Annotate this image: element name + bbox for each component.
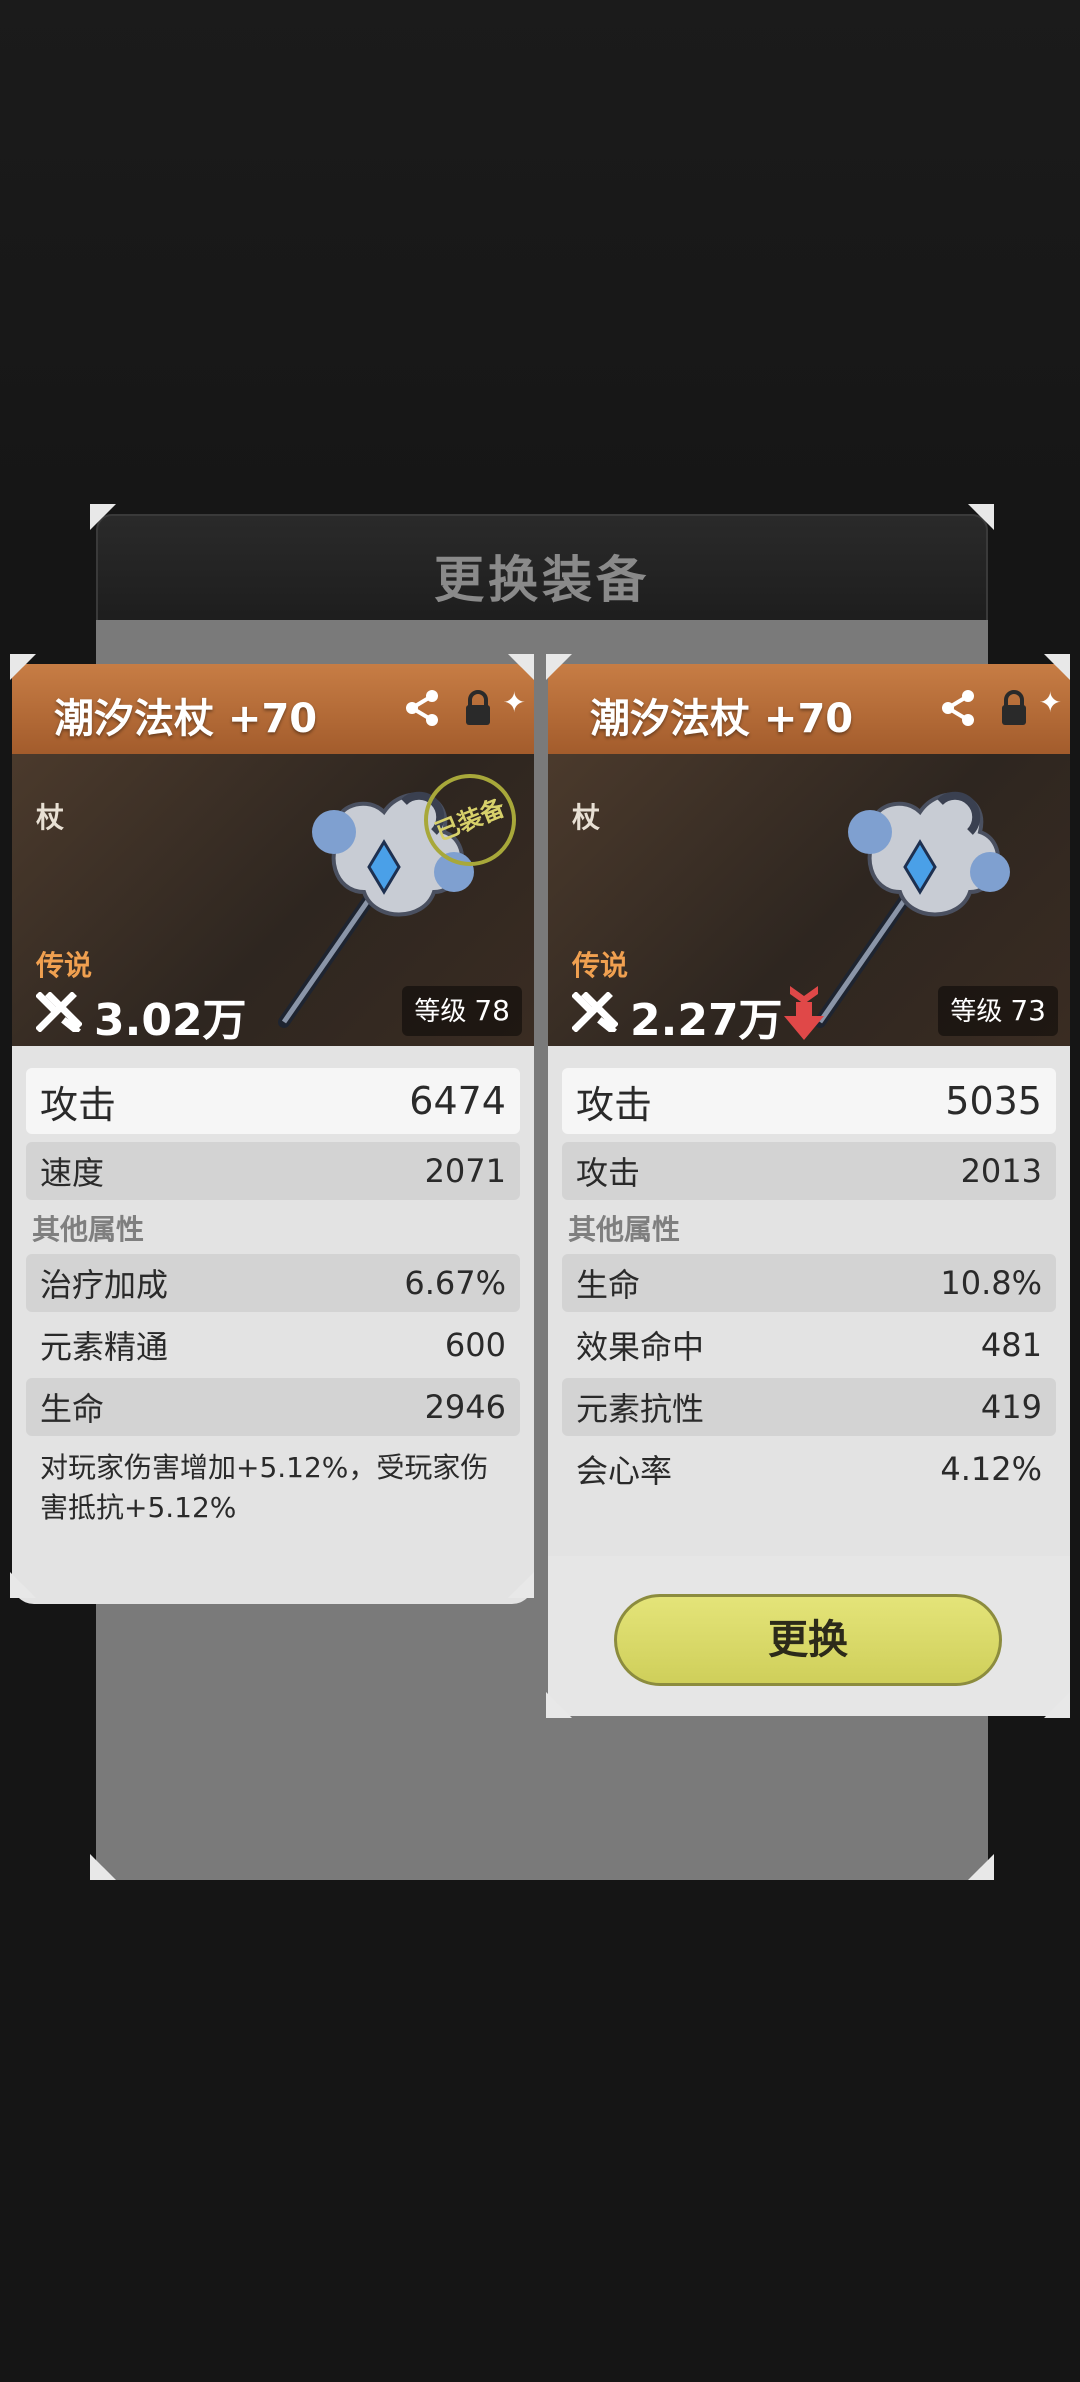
card-header: 潮汐法杖 +70 ✦ bbox=[12, 664, 534, 754]
power-value: 2.27万 bbox=[630, 995, 783, 1046]
stat-label: 治疗加成 bbox=[40, 1266, 169, 1304]
item-art-panel: 杖 已装备 传说 3.02万 等级 78 bbox=[12, 754, 534, 1046]
stat-value: 6.67% bbox=[404, 1264, 506, 1302]
item-art-panel: 杖 传说 2.27万 等级 73 bbox=[548, 754, 1070, 1046]
stat-row: 生命 2946 bbox=[26, 1378, 520, 1436]
frame-corner bbox=[90, 1854, 116, 1880]
stat-row: 元素抗性 419 bbox=[562, 1378, 1056, 1436]
level-value: 78 bbox=[474, 994, 510, 1027]
rarity-label: 传说 bbox=[572, 949, 629, 982]
card-corner bbox=[1044, 654, 1070, 680]
swap-button[interactable]: 更换 bbox=[614, 1594, 1002, 1686]
stat-value: 4.12% bbox=[940, 1450, 1042, 1488]
stat-label: 元素抗性 bbox=[576, 1390, 705, 1428]
sub-stat-row: 攻击 2013 bbox=[562, 1142, 1056, 1200]
stat-value: 481 bbox=[980, 1326, 1042, 1364]
stat-value: 10.8% bbox=[940, 1264, 1042, 1302]
sub-stat-row: 速度 2071 bbox=[26, 1142, 520, 1200]
frame-corner bbox=[968, 504, 994, 530]
other-attributes-label: 其他属性 bbox=[568, 1213, 681, 1246]
share-icon[interactable] bbox=[938, 688, 978, 728]
stat-value: 6474 bbox=[409, 1079, 506, 1123]
power-value: 3.02万 bbox=[94, 995, 247, 1046]
rarity-label: 传说 bbox=[36, 949, 93, 982]
card-corner bbox=[546, 1692, 572, 1718]
main-stat-row: 攻击 5035 bbox=[562, 1068, 1056, 1134]
stat-value: 2071 bbox=[424, 1152, 506, 1190]
card-corner bbox=[10, 654, 36, 680]
card-corner bbox=[10, 1572, 36, 1598]
item-name: 潮汐法杖 +70 bbox=[590, 696, 854, 742]
stat-label: 攻击 bbox=[40, 1082, 117, 1127]
level-label: 等级 bbox=[414, 997, 467, 1027]
item-type: 杖 bbox=[572, 801, 601, 834]
stat-label: 速度 bbox=[40, 1154, 105, 1192]
candidate-item-card: 潮汐法杖 +70 ✦ 杖 传说 2.27万 等级 73 攻击 5035 攻击 2… bbox=[548, 664, 1070, 1716]
item-type: 杖 bbox=[36, 801, 65, 834]
stat-value: 2013 bbox=[960, 1152, 1042, 1190]
stats-list: 攻击 5035 攻击 2013 其他属性 生命 10.8% 效果命中 481 元… bbox=[562, 1068, 1056, 1502]
main-stat-row: 攻击 6474 bbox=[26, 1068, 520, 1134]
power-icon bbox=[36, 992, 82, 1032]
lock-icon[interactable] bbox=[464, 690, 492, 726]
lock-icon[interactable] bbox=[1000, 690, 1028, 726]
stat-label: 生命 bbox=[576, 1266, 641, 1304]
dialog-header: 更换装备 bbox=[96, 514, 988, 626]
share-icon[interactable] bbox=[402, 688, 442, 728]
equipped-item-card: 潮汐法杖 +70 ✦ 杖 已装备 传说 3.02万 等级 78 攻击 6474 … bbox=[12, 664, 534, 1604]
stat-row: 生命 10.8% bbox=[562, 1254, 1056, 1312]
stat-value: 600 bbox=[444, 1326, 506, 1364]
stat-label: 元素精通 bbox=[40, 1328, 169, 1366]
stat-label: 攻击 bbox=[576, 1082, 653, 1127]
extra-effect-text: 对玩家伤害增加+5.12%，受玩家伤害抵抗+5.12% bbox=[40, 1451, 489, 1524]
item-name: 潮汐法杖 +70 bbox=[54, 696, 318, 742]
frame-corner bbox=[90, 504, 116, 530]
stat-row: 会心率 4.12% bbox=[562, 1440, 1056, 1498]
stat-row: 效果命中 481 bbox=[562, 1316, 1056, 1374]
stat-label: 攻击 bbox=[576, 1154, 641, 1192]
card-corner bbox=[508, 654, 534, 680]
stat-value: 2946 bbox=[424, 1388, 506, 1426]
level-label: 等级 bbox=[950, 997, 1003, 1027]
stat-label: 生命 bbox=[40, 1390, 105, 1428]
stat-row: 元素精通 600 bbox=[26, 1316, 520, 1374]
background bbox=[0, 0, 1080, 520]
card-corner bbox=[1044, 1692, 1070, 1718]
power-icon bbox=[572, 992, 618, 1032]
other-attributes-label: 其他属性 bbox=[32, 1213, 145, 1246]
dialog-title: 更换装备 bbox=[434, 551, 650, 609]
card-header: 潮汐法杖 +70 ✦ bbox=[548, 664, 1070, 754]
level-box: 等级 78 bbox=[402, 986, 522, 1036]
stat-row: 治疗加成 6.67% bbox=[26, 1254, 520, 1312]
down-arrow-icon bbox=[784, 986, 824, 1040]
card-corner bbox=[546, 654, 572, 680]
stats-list: 攻击 6474 速度 2071 其他属性 治疗加成 6.67% 元素精通 600… bbox=[26, 1068, 520, 1528]
sparkle-icon: ✦ bbox=[1038, 686, 1062, 719]
level-box: 等级 73 bbox=[938, 986, 1058, 1036]
stat-label: 会心率 bbox=[576, 1452, 673, 1490]
sparkle-icon: ✦ bbox=[502, 686, 526, 719]
stat-label: 效果命中 bbox=[576, 1328, 705, 1366]
frame-corner bbox=[968, 1854, 994, 1880]
card-corner bbox=[508, 1572, 534, 1598]
level-value: 73 bbox=[1010, 994, 1046, 1027]
stat-value: 5035 bbox=[945, 1079, 1042, 1123]
stat-value: 419 bbox=[980, 1388, 1042, 1426]
